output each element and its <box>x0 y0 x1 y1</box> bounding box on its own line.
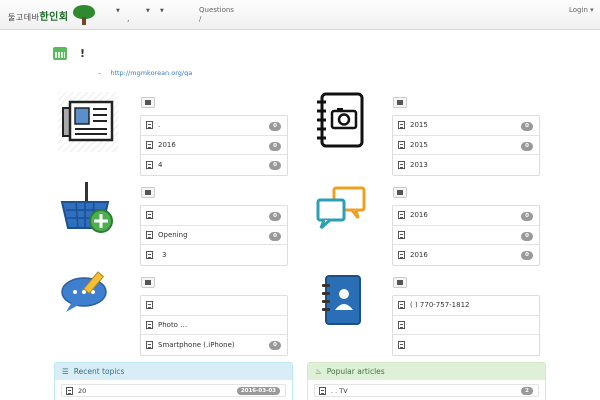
document-icon <box>146 320 153 329</box>
newspaper-icon[interactable] <box>58 92 118 152</box>
section-toggle-button[interactable] <box>141 187 155 198</box>
list-item[interactable]: 2015 0 <box>393 136 539 155</box>
list-item[interactable]: Smartphone (.iPhone) 0 <box>141 335 287 355</box>
list-item[interactable]: ( ) 770-757-1812 <box>393 296 539 316</box>
count-badge: 0 <box>269 231 281 241</box>
document-icon <box>398 140 405 149</box>
document-icon <box>146 140 153 149</box>
document-icon <box>319 386 326 395</box>
date-badge: 2016-03-03 <box>236 387 280 395</box>
count-badge: 2 <box>521 387 533 395</box>
page-title-text: ! <box>80 47 86 60</box>
document-icon <box>398 250 405 259</box>
address-book-icon[interactable] <box>314 272 374 332</box>
list-item[interactable] <box>393 316 539 335</box>
popular-articles-header: ♨ Popular articles <box>308 363 545 380</box>
list-item[interactable]: 2015 0 <box>393 116 539 136</box>
list-icon: ☰ <box>62 367 69 376</box>
list-item[interactable]: 2016 0 <box>141 136 287 155</box>
document-icon <box>398 121 405 130</box>
document-icon <box>146 250 153 259</box>
section-toggle-button[interactable] <box>141 277 155 288</box>
count-badge: 0 <box>521 122 533 131</box>
document-icon <box>398 211 405 220</box>
photo-album-icon[interactable] <box>312 90 372 150</box>
document-icon <box>146 211 153 220</box>
document-icon <box>146 340 153 349</box>
document-icon <box>66 386 73 395</box>
login-link[interactable]: Login ▾ <box>569 6 594 14</box>
section-panel: 0 Opening 0 3 <box>140 205 288 266</box>
list-item[interactable]: 40 <box>141 155 287 175</box>
section-panel: .0 2016 0 40 <box>140 115 288 176</box>
section-panel: 2015 0 2015 0 2013 <box>392 115 540 176</box>
site-logo[interactable]: 둘고데바한인회 <box>8 4 95 26</box>
list-item[interactable] <box>141 296 287 316</box>
section-panel: Photo … Smartphone (.iPhone) 0 <box>140 295 288 356</box>
list-item[interactable] <box>393 335 539 355</box>
chat-bubbles-icon[interactable] <box>312 180 372 240</box>
section-panel: ( ) 770-757-1812 <box>392 295 540 356</box>
popular-article-item[interactable]: . . TV 2 <box>314 384 539 397</box>
qa-link[interactable]: http://mgmkorean.org/qa <box>110 69 192 77</box>
dropdown-caret-icon[interactable]: ▼ <box>146 8 150 14</box>
count-badge: 0 <box>269 161 281 170</box>
list-item[interactable]: 0 <box>141 206 287 226</box>
recent-topics-header: ☰ Recent topics <box>55 363 292 380</box>
document-icon <box>146 121 153 130</box>
dropdown-caret-icon[interactable]: ▼ <box>116 8 120 14</box>
section-toggle-button[interactable] <box>141 97 155 108</box>
fire-icon: ♨ <box>315 367 322 376</box>
recent-topics-box: ☰ Recent topics 20 2016-03-03 <box>54 362 293 400</box>
list-item[interactable]: 2016 0 <box>393 206 539 226</box>
document-icon <box>146 160 153 169</box>
page-subtitle: – http://mgmkorean.org/qa <box>98 69 193 77</box>
section-toggle-button[interactable] <box>393 187 407 198</box>
list-item[interactable]: 0 <box>393 226 539 245</box>
list-item[interactable]: 3 <box>141 245 287 265</box>
document-icon <box>398 301 405 310</box>
top-navbar: 둘고데바한인회 ▼ ▼ ▼ , Questions / Login ▾ <box>0 0 600 30</box>
list-item[interactable]: Photo … <box>141 316 287 335</box>
count-badge: 0 <box>521 231 533 241</box>
tree-icon <box>72 5 95 25</box>
document-icon <box>398 160 405 169</box>
document-icon <box>146 301 153 310</box>
speech-bubble-pencil-icon[interactable] <box>58 270 118 330</box>
shopping-basket-icon[interactable] <box>58 180 118 240</box>
calendar-icon <box>53 47 67 60</box>
recent-topic-item[interactable]: 20 2016-03-03 <box>61 384 286 397</box>
section-toggle-button[interactable] <box>393 277 407 288</box>
section-toggle-button[interactable] <box>393 97 407 108</box>
count-badge: 0 <box>269 141 281 151</box>
list-item[interactable]: Opening 0 <box>141 226 287 245</box>
section-panel: 2016 0 0 2016 0 <box>392 205 540 266</box>
count-badge: 0 <box>269 212 281 221</box>
count-badge: 0 <box>521 212 533 221</box>
list-item[interactable]: 2016 0 <box>393 245 539 265</box>
document-icon <box>398 230 405 239</box>
popular-articles-box: ♨ Popular articles . . TV 2 <box>307 362 546 400</box>
document-icon <box>398 340 405 349</box>
page-title: ! <box>53 47 85 60</box>
count-badge: 0 <box>521 251 533 260</box>
brand-text: 둘고데바한인회 <box>8 11 69 23</box>
list-item[interactable]: 2013 <box>393 155 539 175</box>
count-badge: 0 <box>269 341 281 350</box>
list-item[interactable]: .0 <box>141 116 287 136</box>
dropdown-caret-icon[interactable]: ▼ <box>160 8 164 14</box>
nav-questions-link[interactable]: Questions / <box>199 6 234 24</box>
document-icon <box>146 230 153 239</box>
nav-separator: , <box>127 14 130 23</box>
document-icon <box>398 320 405 329</box>
count-badge: 0 <box>269 122 281 131</box>
count-badge: 0 <box>521 141 533 151</box>
